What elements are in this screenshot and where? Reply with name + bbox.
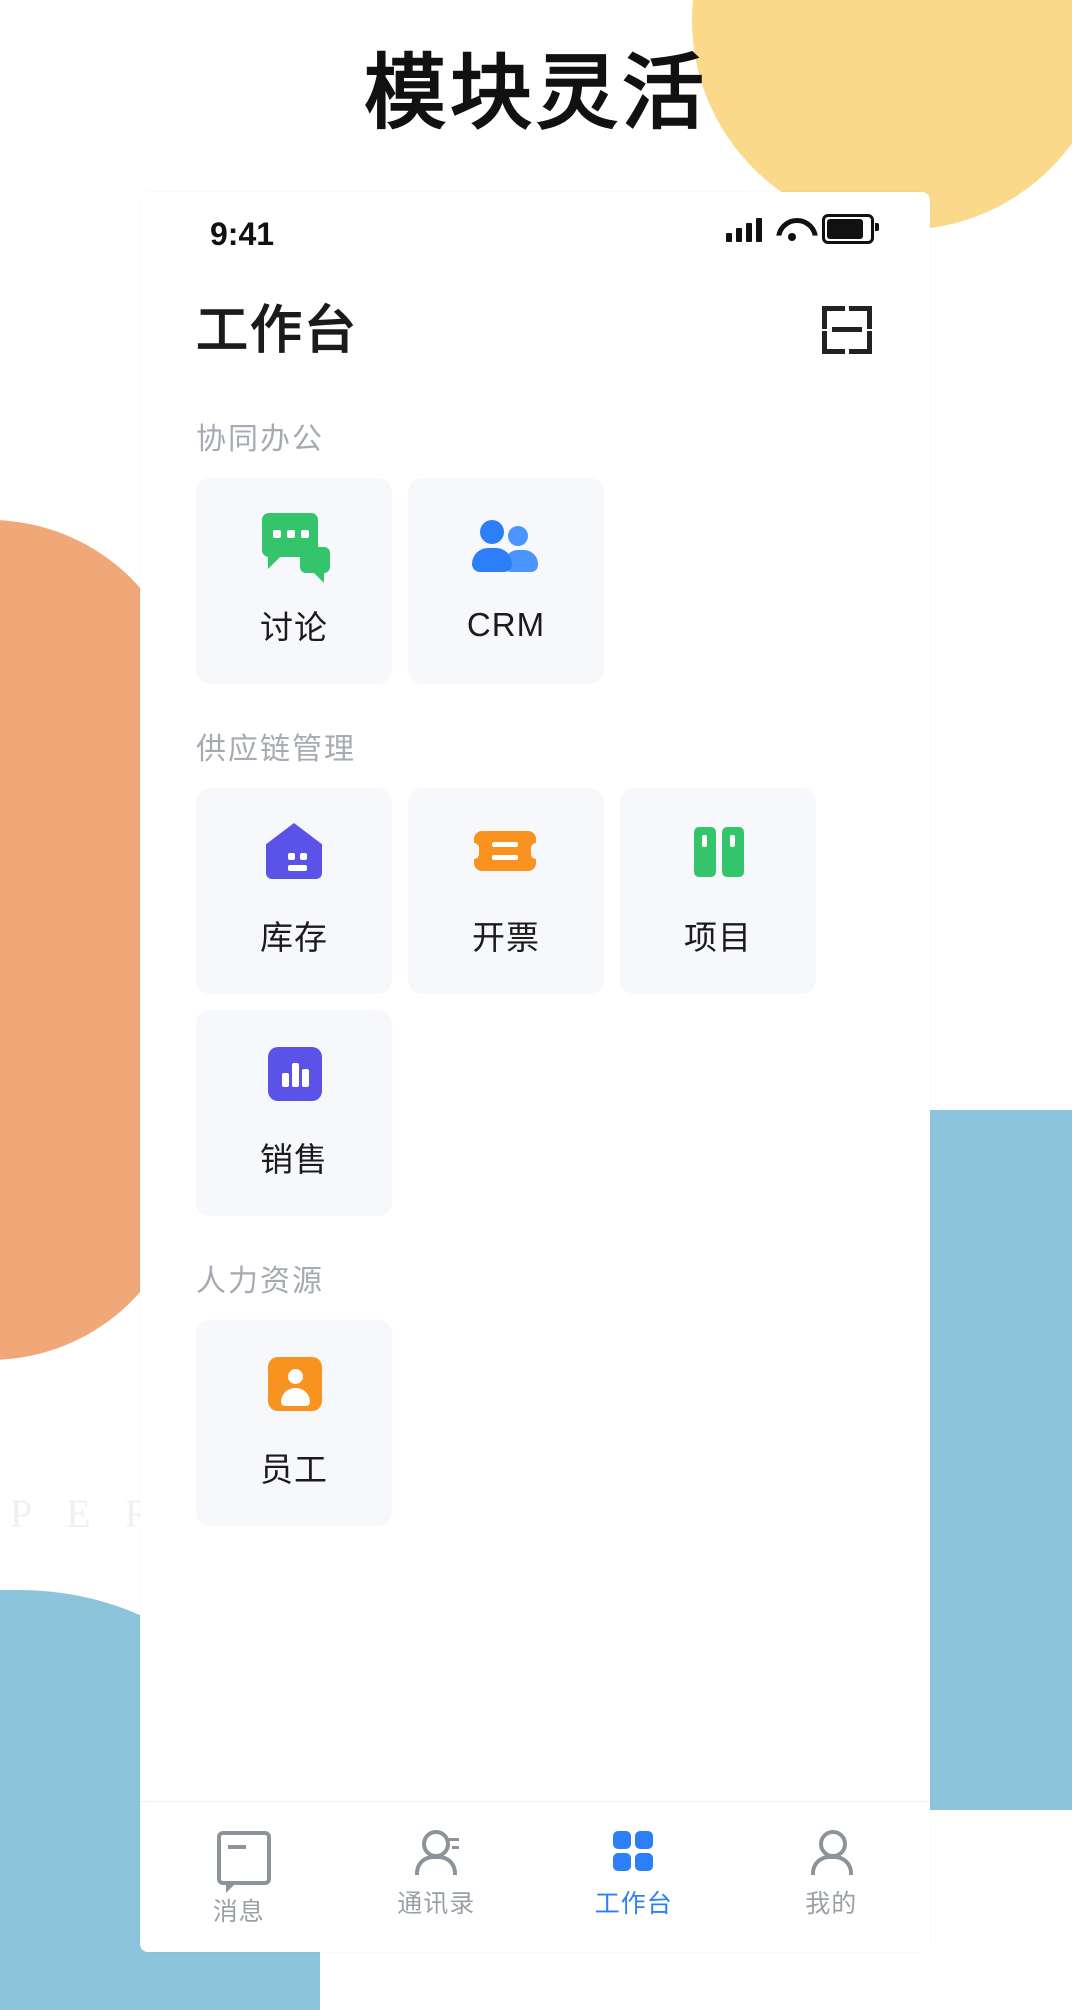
tab-label: 消息: [212, 1898, 265, 1926]
wifi-icon: [776, 216, 808, 242]
tab-label: 工作台: [594, 1890, 673, 1918]
headline: 模块灵活: [363, 48, 708, 139]
tile-label: 开票: [472, 919, 540, 956]
grid-icon: [611, 1828, 657, 1874]
app-header: 工作台: [140, 278, 930, 388]
phone-mockup: 9:41 工作台 协同办公 讨论 CRM 供应链管理 库存 开票 项目 销售 人…: [140, 192, 930, 1952]
tile-grid: 讨论 CRM: [196, 478, 930, 684]
scan-qr-icon[interactable]: [822, 306, 872, 354]
tab-messages[interactable]: 消息: [140, 1802, 338, 1952]
tile-invoice[interactable]: 开票: [408, 788, 604, 994]
tile-label: 销售: [260, 1141, 328, 1178]
tab-bar: 消息 通讯录 工作台 我的: [140, 1801, 930, 1952]
cellular-bars-icon: [726, 216, 762, 242]
tab-label: 我的: [805, 1890, 858, 1918]
tab-contacts[interactable]: 通讯录: [338, 1802, 536, 1952]
tile-label: CRM: [466, 606, 546, 643]
tile-label: 讨论: [260, 609, 328, 646]
ticket-icon: [469, 823, 542, 885]
columns-icon: [682, 823, 754, 885]
tile-employee[interactable]: 员工: [196, 1320, 392, 1526]
group-supply-chain: 供应链管理 库存 开票 项目 销售: [140, 724, 930, 1216]
tile-crm[interactable]: CRM: [408, 478, 604, 684]
users-icon: [470, 518, 542, 580]
status-bar: 9:41: [140, 192, 930, 278]
contacts-icon: [413, 1828, 460, 1875]
group-hr: 人力资源 员工: [140, 1256, 930, 1526]
tile-grid: 库存 开票 项目 销售: [196, 788, 930, 1216]
message-icon: [216, 1831, 271, 1893]
status-icons: [726, 214, 879, 244]
tab-profile[interactable]: 我的: [733, 1802, 931, 1952]
group-title: 协同办公: [196, 423, 324, 456]
tile-grid: 员工: [196, 1320, 930, 1526]
tile-project[interactable]: 项目: [620, 788, 816, 994]
status-clock: 9:41: [210, 216, 275, 252]
employee-badge-icon: [258, 1355, 330, 1417]
tile-discussion[interactable]: 讨论: [196, 478, 392, 684]
workbench-content: 协同办公 讨论 CRM 供应链管理 库存 开票 项目 销售 人力资源 员工: [140, 414, 930, 1526]
tile-label: 库存: [260, 919, 328, 956]
page-title: 工作台: [196, 302, 359, 360]
battery-full-icon: [822, 214, 879, 244]
tile-label: 员工: [260, 1451, 328, 1488]
group-collaboration: 协同办公 讨论 CRM: [140, 414, 930, 684]
bar-chart-icon: [258, 1045, 330, 1107]
group-title: 人力资源: [196, 1265, 324, 1298]
group-title: 供应链管理: [196, 733, 356, 766]
warehouse-icon: [258, 823, 330, 885]
chat-bubbles-icon: [258, 513, 330, 583]
tab-label: 通讯录: [397, 1890, 476, 1918]
tab-workbench[interactable]: 工作台: [535, 1802, 733, 1952]
tile-sales[interactable]: 销售: [196, 1010, 392, 1216]
person-icon: [808, 1828, 854, 1875]
tile-inventory[interactable]: 库存: [196, 788, 392, 994]
tile-label: 项目: [684, 919, 752, 956]
